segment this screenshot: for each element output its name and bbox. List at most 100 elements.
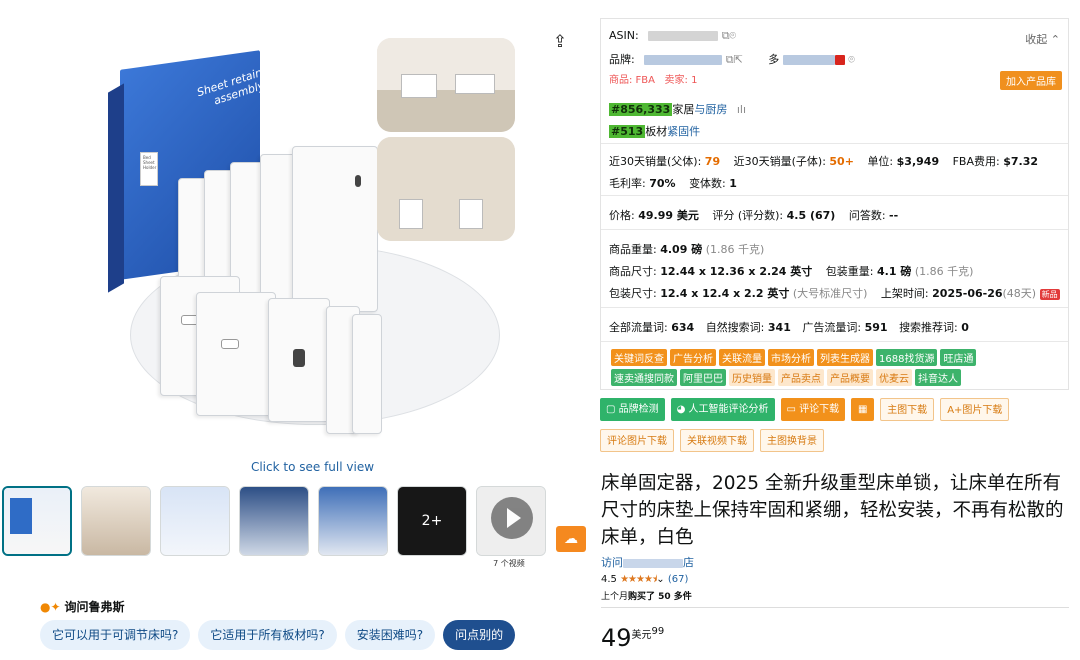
- ai-review-button[interactable]: ◕ 人工智能评论分析: [670, 398, 775, 421]
- review-image-download-button[interactable]: 评论图片下载: [600, 429, 674, 452]
- label: 毛利率:: [609, 177, 646, 190]
- traffic-row: 全部流量词: 634 自然搜索词: 341 广告流量词: 591 搜索推荐词: …: [609, 319, 969, 335]
- rufus-chip[interactable]: 安装困难吗?: [344, 620, 436, 650]
- sparkle-icon: ●✦: [40, 600, 61, 614]
- brand-label: 品牌:: [609, 53, 635, 66]
- asin-row: ASIN: ⧉⌾: [609, 29, 736, 43]
- divider: [601, 143, 1068, 144]
- store-link[interactable]: 访问 店: [601, 554, 694, 570]
- pack-size-note: (大号标准尺寸): [792, 287, 868, 300]
- label: 近30天销量(父体):: [609, 155, 702, 168]
- rank-category-link[interactable]: 与厨房: [694, 103, 727, 116]
- copy-icon[interactable]: ⧉: [726, 53, 734, 66]
- store-prefix: 访问: [601, 556, 623, 569]
- tool-tag[interactable]: 历史销量: [729, 369, 775, 386]
- tool-tag[interactable]: 速卖通搜同款: [611, 369, 677, 386]
- button-label: 人工智能评论分析: [688, 404, 769, 415]
- sales-child-value: 50+: [829, 155, 854, 168]
- rank-row-1: #856,333 家居与厨房 ılı: [609, 101, 746, 117]
- rating-number: 4.5: [601, 574, 617, 585]
- label: 自然搜索词:: [705, 321, 765, 334]
- traffic-value: 634: [671, 321, 695, 334]
- share-icon[interactable]: ⇪: [550, 32, 570, 52]
- external-link-icon[interactable]: ⇱: [734, 53, 743, 66]
- tool-tag[interactable]: 广告分析: [670, 349, 716, 366]
- tool-tag[interactable]: 产品概要: [827, 369, 873, 386]
- qa-value: --: [889, 209, 899, 222]
- chevron-down-icon[interactable]: ⌄: [656, 574, 664, 585]
- add-to-library-button[interactable]: 加入产品库: [1000, 71, 1062, 90]
- weight-value: 4.09 磅: [660, 243, 703, 256]
- thumbnail[interactable]: [160, 486, 230, 556]
- chart-icon[interactable]: ılı: [737, 103, 746, 116]
- divider: [601, 341, 1068, 342]
- box-card: Bed Sheet Holder: [140, 152, 158, 186]
- label: 商品重量:: [609, 243, 657, 256]
- pack-weight-kg: (1.86 千克): [914, 265, 974, 278]
- price-value: 49.99 美元: [638, 209, 699, 222]
- play-icon: [491, 497, 533, 539]
- divider: [601, 607, 1069, 608]
- tool-tag[interactable]: 列表生成器: [817, 349, 873, 366]
- rufus-chip[interactable]: 它可以用于可调节床吗?: [40, 620, 191, 650]
- seller-plugin-panel: ASIN: ⧉⌾ 收起 ⌃ 品牌: ⧉⇱ 多 ⌾ 商品: FBA 卖家: 1 加…: [600, 18, 1069, 390]
- tool-tag[interactable]: 产品卖点: [778, 369, 824, 386]
- thumbnail[interactable]: [239, 486, 309, 556]
- copy-icon[interactable]: ⧉: [722, 29, 730, 42]
- download-cloud-icon[interactable]: ☁: [556, 526, 586, 552]
- divider: [601, 195, 1068, 196]
- location-icon[interactable]: ⌾: [848, 53, 855, 66]
- label: 商品尺寸:: [609, 265, 657, 278]
- calculator-icon[interactable]: ▦: [851, 398, 875, 421]
- tool-tag[interactable]: 旺店通: [940, 349, 977, 366]
- main-image-background-button[interactable]: 主图换背景: [760, 429, 824, 452]
- bed-corner-inset-1: [377, 38, 515, 132]
- size-value: 12.44 x 12.36 x 2.24 英寸: [660, 265, 813, 278]
- bought-prefix: 上个月: [601, 592, 629, 602]
- pack-size-row: 包装尺寸: 12.4 x 12.4 x 2.2 英寸 (大号标准尺寸) 上架时间…: [609, 285, 1060, 301]
- seller-prefix: 多: [768, 53, 780, 66]
- label: FBA费用:: [952, 155, 1000, 168]
- rufus-chip[interactable]: 它适用于所有板材吗?: [198, 620, 337, 650]
- product-title: 床单固定器，2025 全新升级重型床单锁，让床单在所有尺寸的床垫上保持牢固和紧绷…: [601, 473, 1064, 548]
- tool-tag[interactable]: 关联流量: [719, 349, 765, 366]
- collapse-button[interactable]: 收起 ⌃: [1025, 31, 1060, 47]
- video-thumbnail[interactable]: [476, 486, 546, 556]
- aplus-download-button[interactable]: A+图片下载: [940, 398, 1010, 421]
- rufus-suggestions: 它可以用于可调节床吗? 它适用于所有板材吗? 安装困难吗? 问点别的: [40, 620, 516, 650]
- brand-check-button[interactable]: ▢ 品牌检测: [600, 398, 665, 421]
- thumbnail[interactable]: [2, 486, 72, 556]
- tool-tag[interactable]: 优麦云: [876, 369, 912, 386]
- price-whole: 49: [601, 624, 632, 652]
- main-image-download-button[interactable]: 主图下载: [880, 398, 935, 421]
- thumbnail[interactable]: [318, 486, 388, 556]
- margin-value: 70%: [649, 177, 676, 190]
- rufus-ask-other[interactable]: 问点别的: [443, 620, 516, 650]
- tool-tag[interactable]: 市场分析: [768, 349, 814, 366]
- thumbnail[interactable]: [81, 486, 151, 556]
- location-icon[interactable]: ⌾: [730, 29, 737, 42]
- click-full-view-link[interactable]: Click to see full view: [230, 460, 395, 474]
- pack-size-value: 12.4 x 12.4 x 2.2 英寸: [660, 287, 790, 300]
- asin-label: ASIN:: [609, 29, 639, 42]
- tool-tag[interactable]: 阿里巴巴: [680, 369, 726, 386]
- divider: [601, 307, 1068, 308]
- review-download-button[interactable]: ▭ 评论下载: [780, 398, 846, 421]
- collapse-label: 收起: [1025, 33, 1048, 46]
- listed-date: 2025-06-26: [932, 287, 1003, 300]
- thumbnail[interactable]: 2+: [397, 486, 467, 556]
- tool-tag[interactable]: 关键词反查: [611, 349, 667, 366]
- sales-parent-value: 79: [704, 155, 721, 168]
- label: 上架时间:: [880, 287, 929, 300]
- fulfillment-row: 商品: FBA 卖家: 1: [609, 71, 697, 86]
- rating-count[interactable]: (67): [668, 574, 689, 585]
- label: 近30天销量(子体):: [733, 155, 826, 168]
- rank-category-link[interactable]: 紧固件: [667, 125, 700, 138]
- seller-name-redacted: [782, 55, 835, 65]
- video-download-button[interactable]: 关联视频下载: [680, 429, 754, 452]
- tool-tag[interactable]: 1688找货源: [876, 349, 938, 366]
- tool-tag[interactable]: 抖音达人: [915, 369, 961, 386]
- star-rating-icon: ★★★★⯨: [620, 574, 657, 585]
- main-product-image[interactable]: Sheet retainer assembly Bed Sheet Holder: [100, 30, 520, 450]
- rating-summary[interactable]: 4.5 ★★★★⯨⌄ (67): [601, 572, 688, 589]
